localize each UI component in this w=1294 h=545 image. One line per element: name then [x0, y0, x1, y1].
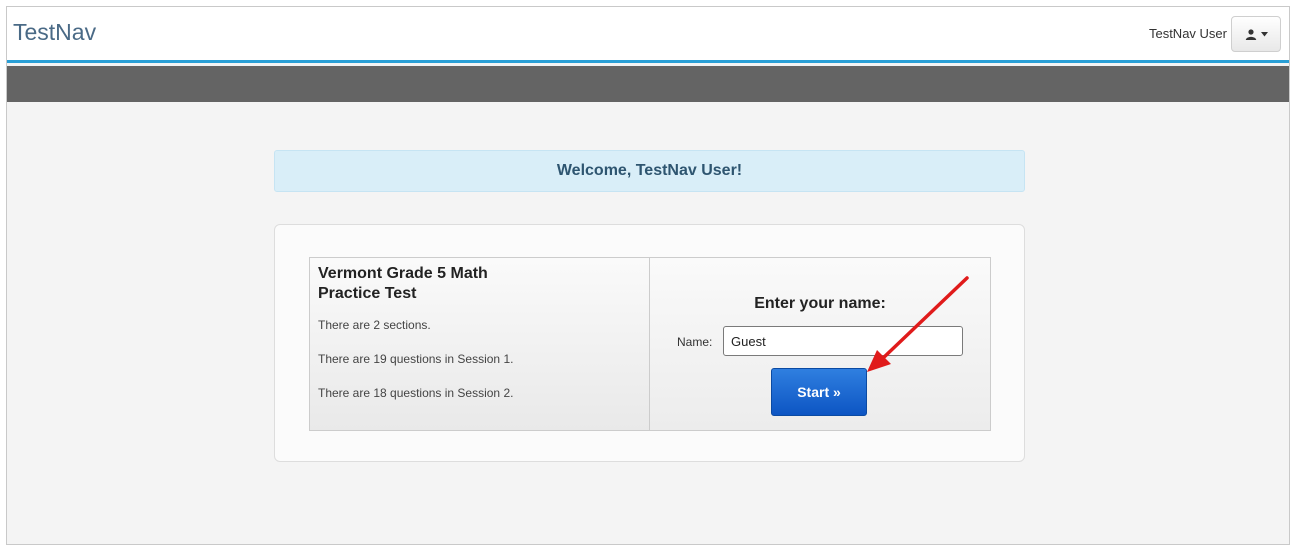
welcome-message: Welcome, TestNav User! [556, 162, 743, 179]
user-icon [1245, 28, 1257, 40]
test-info-section: Vermont Grade 5 Math Practice Test There… [310, 258, 650, 430]
app-logo: TestNav [13, 19, 97, 45]
welcome-banner: Welcome, TestNav User! [274, 150, 1025, 192]
test-info-line: There are 2 sections. [318, 318, 431, 332]
test-info-line: There are 19 questions in Session 1. [318, 352, 514, 366]
annotation-arrow-icon [867, 276, 969, 372]
user-name-label: TestNav User [1148, 26, 1227, 41]
top-navbar: TestNav TestNav User [7, 7, 1289, 63]
user-menu-button[interactable] [1231, 16, 1281, 52]
start-button[interactable]: Start » [771, 368, 867, 416]
test-title: Vermont Grade 5 Math Practice Test [318, 265, 488, 302]
test-info-line: There are 18 questions in Session 2. [318, 386, 514, 400]
caret-down-icon [1260, 31, 1268, 37]
toolbar-strip [7, 66, 1289, 102]
app-frame: TestNav TestNav User Welcome, TestNav Us… [6, 6, 1290, 545]
name-label: Name: [677, 335, 713, 349]
